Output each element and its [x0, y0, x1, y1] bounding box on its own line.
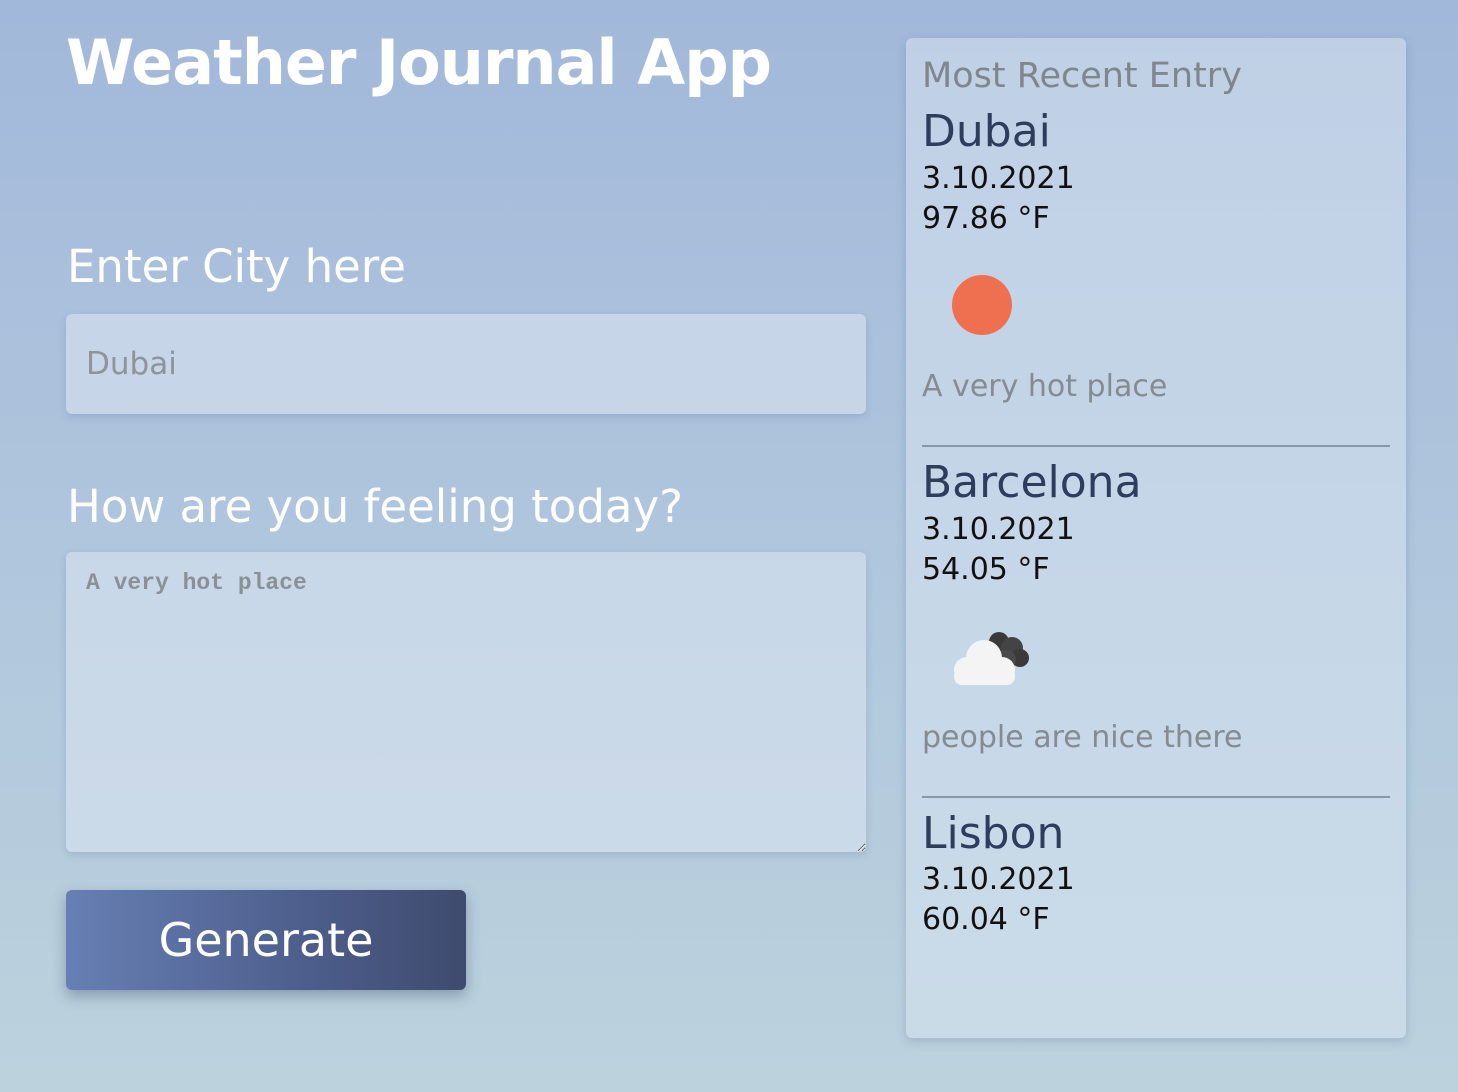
cloud-icon	[922, 600, 1042, 710]
entry-temperature: 54.05 °F	[922, 551, 1050, 587]
app-title: Weather Journal App	[66, 26, 772, 99]
feeling-textarea[interactable]	[66, 552, 866, 852]
entry-note: A very hot place	[922, 368, 1168, 404]
entry-date: 3.10.2021	[922, 511, 1075, 547]
entry-city: Barcelona	[922, 456, 1142, 508]
city-label: Enter City here	[67, 240, 406, 293]
feeling-label: How are you feeling today?	[67, 480, 683, 533]
entry-item: Barcelona 3.10.2021 54.05 °F people are …	[922, 447, 1390, 798]
sun-icon	[922, 249, 1042, 359]
entry-item: Dubai 3.10.2021 97.86 °F A very hot plac…	[922, 96, 1390, 447]
generate-button[interactable]: Generate	[66, 890, 466, 990]
recent-entries-panel[interactable]: Most Recent Entry Dubai 3.10.2021 97.86 …	[906, 38, 1406, 1038]
entry-date: 3.10.2021	[922, 160, 1075, 196]
entry-note: people are nice there	[922, 719, 1243, 755]
city-input[interactable]	[66, 314, 866, 414]
entry-date: 3.10.2021	[922, 862, 1075, 898]
entry-item: Lisbon 3.10.2021 60.04 °F	[922, 798, 1390, 941]
entry-city: Dubai	[922, 106, 1051, 157]
entry-city: Lisbon	[922, 807, 1065, 859]
entry-temperature: 60.04 °F	[922, 902, 1050, 938]
panel-title: Most Recent Entry	[922, 56, 1242, 96]
entry-temperature: 97.86 °F	[922, 200, 1050, 236]
